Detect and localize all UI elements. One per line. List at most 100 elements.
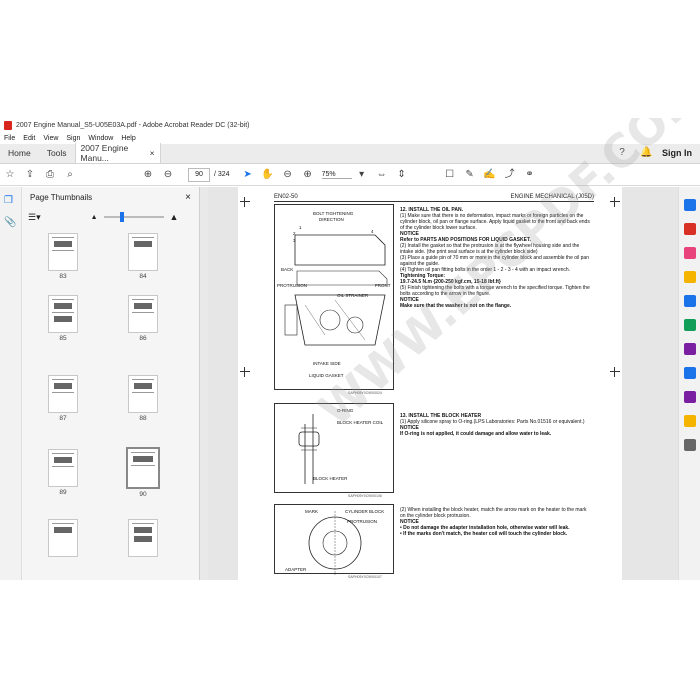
fig1-label: 1 <box>299 225 302 230</box>
thumbnail-label: 84 <box>139 273 147 280</box>
edit-pdf-icon[interactable] <box>684 247 696 259</box>
protect-icon[interactable] <box>684 367 696 379</box>
tab-home[interactable]: Home <box>0 143 39 163</box>
fig3-label: PROTRUSION <box>347 519 378 524</box>
title-bar: 2007 Engine Manual_S5-U05E03A.pdf - Adob… <box>0 118 700 132</box>
menu-window[interactable]: Window <box>88 135 113 142</box>
hand-tool-icon[interactable]: ✋ <box>260 167 276 183</box>
pdf-page: EN02-50 ENGINE MECHANICAL (J05D) BOLT TI… <box>238 118 700 580</box>
send-track-icon[interactable] <box>684 415 696 427</box>
sign-icon[interactable]: ✍ <box>482 167 498 183</box>
zoom-in-icon[interactable]: ⊕ <box>300 167 316 183</box>
section-13-step2: (2) When installing the block heater, ma… <box>400 507 592 537</box>
fig3-label: ADAPTER <box>285 567 307 572</box>
menu-edit[interactable]: Edit <box>23 135 35 142</box>
large-mountain-icon: ▲ <box>169 212 179 222</box>
tab-document[interactable]: 2007 Engine Manu... × <box>74 143 161 163</box>
fig2-label: BLOCK HEATER <box>313 476 348 481</box>
create-pdf-icon[interactable] <box>684 223 696 235</box>
bookmark-star-icon[interactable]: ☆ <box>2 167 18 183</box>
menu-view[interactable]: View <box>43 135 58 142</box>
fig1-label: INTAKE SIDE <box>313 361 341 366</box>
s13-b2: • If the marks don't match, the heater c… <box>400 531 568 537</box>
thumbnail-size-slider[interactable] <box>103 212 164 222</box>
crop-mark <box>610 367 620 377</box>
share-icon[interactable]: ⤴ <box>502 167 518 183</box>
right-tools-rail <box>678 187 700 580</box>
zoom-out-icon[interactable]: ⊖ <box>280 167 296 183</box>
organize-icon[interactable] <box>684 319 696 331</box>
fig1-label: PROTRUSION <box>277 283 308 288</box>
thumbnail-page-86[interactable] <box>128 295 158 333</box>
thumbnail-label: 85 <box>59 335 67 342</box>
acrobat-icon <box>4 120 12 130</box>
fig1-label: 2 <box>293 231 296 236</box>
tab-close-icon[interactable]: × <box>150 148 155 158</box>
page-total: / 324 <box>214 171 230 178</box>
options-menu-icon[interactable]: ☰▾ <box>28 212 41 223</box>
section-13-text: 13. INSTALL THE BLOCK HEATER (1) Apply s… <box>400 413 592 437</box>
thumbnail-page-89[interactable] <box>48 449 78 487</box>
thumbnail-page-90-selected[interactable] <box>126 447 160 489</box>
adapter-drawing <box>308 511 362 575</box>
thumbnail-label: 86 <box>139 335 147 342</box>
tab-tools[interactable]: Tools <box>39 143 75 163</box>
export-pdf-icon[interactable] <box>684 199 696 211</box>
menu-file[interactable]: File <box>4 135 15 142</box>
panel-close-icon[interactable]: × <box>185 192 191 203</box>
page-thumbnails-panel: Page Thumbnails × ☰▾ ▲ ▲ 83 84 85 86 87 … <box>22 187 200 580</box>
small-mountain-icon: ▲ <box>90 213 98 221</box>
left-nav-rail: ❐ 📎 <box>0 187 22 580</box>
upload-icon[interactable]: ⇪ <box>22 167 38 183</box>
sign-tool-icon[interactable] <box>684 391 696 403</box>
thumbnail-page-85[interactable] <box>48 295 78 333</box>
thumbnail-label: 83 <box>59 273 67 280</box>
chevron-down-icon[interactable]: ▾ <box>354 167 370 183</box>
crop-mark <box>610 197 620 207</box>
menu-help[interactable]: Help <box>121 135 135 142</box>
fit-page-icon[interactable]: ⇔ <box>374 167 390 183</box>
thumbnail-label: 88 <box>139 415 147 422</box>
fig1-label: 4 <box>371 229 374 234</box>
print-icon[interactable]: ⎙ <box>42 167 58 183</box>
thumbnail-label: 89 <box>59 489 67 496</box>
fig2-code: SAPH05Y0C9000106 <box>348 494 382 498</box>
zoom-select[interactable]: 75% <box>321 171 352 179</box>
pen-icon[interactable]: ✎ <box>462 167 478 183</box>
crop-mark <box>240 367 250 377</box>
thumbnail-page-84[interactable] <box>128 233 158 271</box>
link-icon[interactable]: ⚭ <box>522 167 538 183</box>
fig3-label: MARK <box>305 509 319 514</box>
fig1-label: FRONT <box>375 283 391 288</box>
prev-page-icon[interactable]: ⊕ <box>140 167 156 183</box>
next-page-icon[interactable]: ⊖ <box>160 167 176 183</box>
select-cursor-icon[interactable]: ➤ <box>240 167 256 183</box>
fig1-label: BOLT TIGHTENING <box>313 211 354 216</box>
combine-icon[interactable] <box>684 295 696 307</box>
more-tools-icon[interactable] <box>684 439 696 451</box>
thumbnail-page-88[interactable] <box>128 375 158 413</box>
menu-sign[interactable]: Sign <box>66 135 80 142</box>
search-icon[interactable]: ⌕ <box>62 167 78 183</box>
crop-mark <box>240 197 250 207</box>
thumbnail-label: 90 <box>139 491 147 498</box>
fill-sign-icon[interactable] <box>684 343 696 355</box>
thumbnails-icon[interactable]: ❐ <box>4 195 18 209</box>
fig1-label: DIRECTION <box>319 217 344 222</box>
panel-splitter[interactable] <box>200 187 208 580</box>
page-number-input[interactable]: 90 <box>188 167 210 182</box>
thumbnail-page-92[interactable] <box>128 519 158 557</box>
thumbnail-page-87[interactable] <box>48 375 78 413</box>
tab-document-label: 2007 Engine Manu... <box>80 143 129 163</box>
fig3-label: CYLINDER BLOCK <box>345 509 385 514</box>
attachment-icon[interactable]: 📎 <box>4 217 18 231</box>
document-view[interactable]: EN02-50 ENGINE MECHANICAL (J05D) BOLT TI… <box>208 118 700 580</box>
thumbnail-page-91[interactable] <box>48 519 78 557</box>
fig1-label: OIL STRAINER <box>337 293 369 298</box>
comment-icon[interactable]: ☐ <box>442 167 458 183</box>
scroll-mode-icon[interactable]: ⇕ <box>394 167 410 183</box>
fig1-label: BACK <box>281 267 294 272</box>
thumbnail-page-83[interactable] <box>48 233 78 271</box>
comment-tool-icon[interactable] <box>684 271 696 283</box>
sign-in-button[interactable]: Sign In <box>662 148 692 158</box>
